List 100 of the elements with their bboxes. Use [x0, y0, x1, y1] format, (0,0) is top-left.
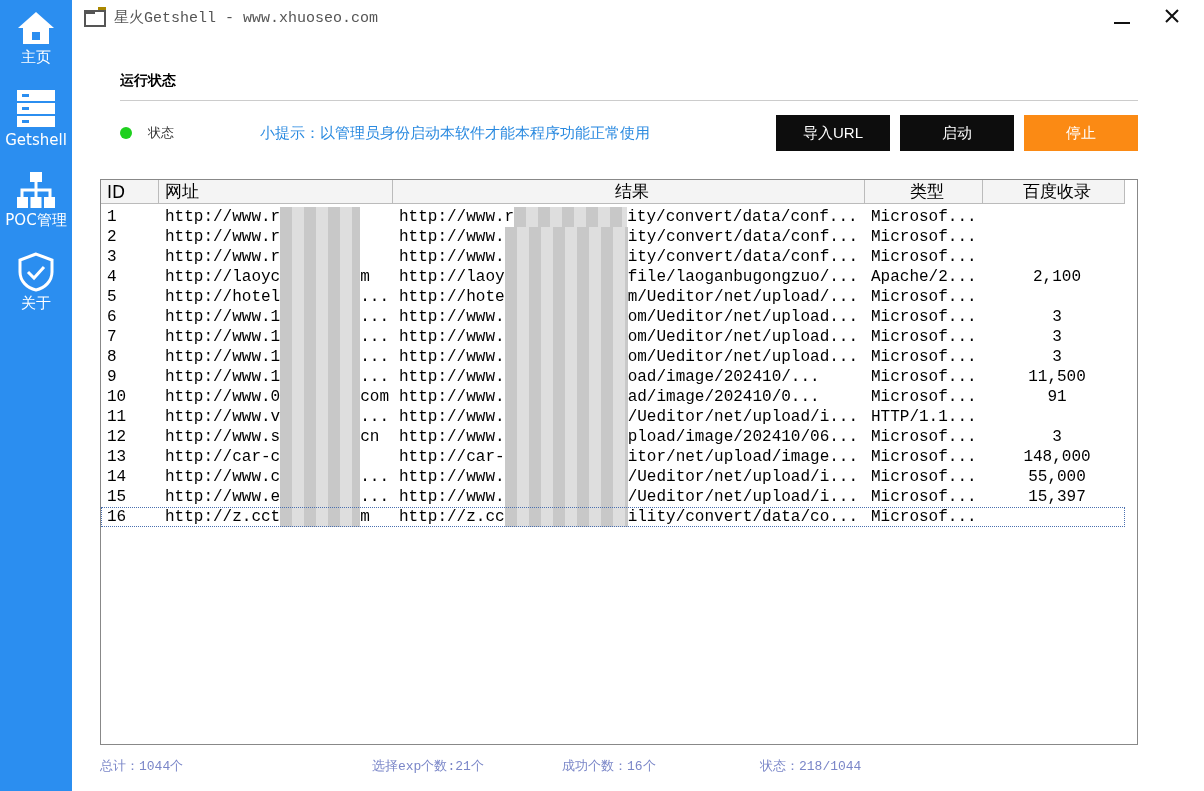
- home-icon: [16, 10, 56, 46]
- table-cell: http://www.: [399, 307, 505, 327]
- action-button[interactable]: 启动: [900, 115, 1014, 151]
- server-icon: [16, 89, 56, 129]
- table-cell: http://www.r: [165, 227, 281, 247]
- table-cell: http://www.c: [165, 467, 281, 487]
- table-cell: http://www.: [399, 327, 505, 347]
- table-cell: http://www.: [399, 387, 505, 407]
- table-cell: ility/convert/data/co...: [627, 507, 859, 527]
- table-cell-text: 3: [106, 247, 118, 267]
- table-cell-text: 1: [106, 207, 118, 227]
- table-cell: m/Ueditor/net/upload/...: [627, 287, 859, 307]
- table-cell: http://z.cc: [399, 507, 505, 527]
- table-cell: itor/net/upload/image...: [627, 447, 859, 467]
- table-cell: http://www.r: [165, 207, 281, 227]
- table-cell: http://laoy: [399, 267, 505, 287]
- table-row[interactable]: 4 http://laoyc m http://laoy file/laoganbugongzuo/... Apache/2... 2,100: [101, 267, 1125, 287]
- column-header[interactable]: 类型: [865, 180, 983, 204]
- column-header[interactable]: 百度收录: [983, 180, 1125, 204]
- table-cell-text: 55,000: [1027, 467, 1087, 487]
- status-text: 状态：218/1044: [760, 758, 863, 775]
- table-cell: http://www.: [399, 427, 505, 447]
- table-cell-text: Microsof...: [870, 327, 978, 347]
- table-cell: http://www.: [399, 247, 505, 267]
- table-cell: http://www.: [399, 407, 505, 427]
- status-text: 选择exp个数:21个: [372, 758, 485, 775]
- table-row[interactable]: 15 http://www.e ... http://www. /Ueditor/net/upload/i... Microsof... 15,397: [101, 487, 1125, 507]
- table-cell: ...: [360, 467, 390, 487]
- table-cell-text: 11: [106, 407, 128, 427]
- table-row[interactable]: 5 http://hotel ... http://hote m/Ueditor/net/upload/... Microsof...: [101, 287, 1125, 307]
- table-cell-text: 3: [1051, 307, 1063, 327]
- table-cell: http://www.v: [165, 407, 281, 427]
- table-cell: http://www.1: [165, 327, 281, 347]
- table-cell-text: Microsof...: [870, 247, 978, 267]
- table-cell-text: Microsof...: [870, 287, 978, 307]
- table-row[interactable]: 14 http://www.c ... http://www. /Ueditor/net/upload/i... Microsof... 55,000: [101, 467, 1125, 487]
- table-cell: om/Ueditor/net/upload...: [627, 327, 859, 347]
- network-icon: [16, 171, 56, 209]
- table-cell-text: 3: [1051, 347, 1063, 367]
- table-cell: cn: [360, 427, 380, 447]
- table-cell: file/laoganbugongzuo/...: [627, 267, 859, 287]
- table-cell: http://www.: [399, 347, 505, 367]
- table-cell: ity/convert/data/conf...: [627, 207, 858, 227]
- table-row[interactable]: 3 http://www.r http://www. ity/convert/data/conf... Microsof...: [101, 247, 1125, 267]
- table-row[interactable]: 11 http://www.v ... http://www. /Ueditor/net/upload/i... HTTP/1.1...: [101, 407, 1125, 427]
- table-row[interactable]: 16 http://z.cct m http://z.cc ility/convert/data/co... Microsof...: [101, 507, 1125, 527]
- table-cell: http://laoyc: [165, 267, 281, 287]
- table-cell: http://car-: [399, 447, 505, 467]
- table-cell: ad/image/202410/0...: [627, 387, 820, 407]
- table-cell-text: Microsof...: [870, 467, 978, 487]
- table-cell-text: 12: [106, 427, 128, 447]
- table-row[interactable]: 6 http://www.1 ... http://www. om/Ueditor/net/upload... Microsof... 3: [101, 307, 1125, 327]
- table-row[interactable]: 1 http://www.r http://www.r ity/convert/data/conf... Microsof...: [101, 207, 1125, 227]
- table-row[interactable]: 7 http://www.1 ... http://www. om/Ueditor/net/upload... Microsof... 3: [101, 327, 1125, 347]
- table-row[interactable]: 12 http://www.s cn http://www. pload/image/202410/06... Microsof... 3: [101, 427, 1125, 447]
- table-cell-text: Microsof...: [870, 227, 978, 247]
- table-row[interactable]: 10 http://www.0 com http://www. ad/image/202410/0... Microsof... 91: [101, 387, 1125, 407]
- app-icon: [84, 7, 108, 27]
- table-cell: om/Ueditor/net/upload...: [627, 347, 859, 367]
- table-cell: http://www.: [399, 467, 505, 487]
- table-cell: http://www.r: [165, 247, 281, 267]
- table-cell-text: 13: [106, 447, 128, 467]
- table-row[interactable]: 2 http://www.r http://www. ity/convert/data/conf... Microsof...: [101, 227, 1125, 247]
- table-cell-text: Microsof...: [870, 427, 978, 447]
- table-row[interactable]: 8 http://www.1 ... http://www. om/Ueditor/net/upload... Microsof... 3: [101, 347, 1125, 367]
- status-text: 成功个数：16个: [562, 758, 657, 775]
- table-cell: m: [360, 267, 370, 287]
- table-cell: om/Ueditor/net/upload...: [627, 307, 859, 327]
- table-cell: http://www.1: [165, 367, 281, 387]
- table-cell-text: 4: [106, 267, 118, 287]
- table-cell-text: 15,397: [1027, 487, 1087, 507]
- shield-check-icon: [17, 252, 55, 292]
- tip-text: 小提示：以管理员身份启动本软件才能本程序功能正常使用: [260, 123, 651, 143]
- column-header[interactable]: ID: [101, 180, 159, 204]
- column-header[interactable]: 结果: [393, 180, 865, 204]
- table-cell: ...: [360, 487, 390, 507]
- table-cell-text: Microsof...: [870, 507, 978, 527]
- table-cell: http://www.: [399, 227, 505, 247]
- table-cell: ...: [360, 287, 390, 307]
- column-header[interactable]: 网址: [159, 180, 393, 204]
- table-cell-text: 3: [1051, 427, 1063, 447]
- table-cell: pload/image/202410/06...: [627, 427, 859, 447]
- table-cell-text: 8: [106, 347, 118, 367]
- table-cell: http://hotel: [165, 287, 281, 307]
- table-cell-text: 9: [106, 367, 118, 387]
- table-cell: ity/convert/data/conf...: [627, 227, 859, 247]
- action-button[interactable]: 导入URL: [776, 115, 890, 151]
- table-cell-text: Microsof...: [870, 207, 978, 227]
- table-cell: http://www.r: [399, 207, 515, 227]
- table-cell: ...: [360, 327, 390, 347]
- table-cell: m: [360, 507, 370, 527]
- table-row[interactable]: 13 http://car-c http://car- itor/net/upload/image... Microsof... 148,000: [101, 447, 1125, 467]
- window-title: 星火Getshell - www.xhuoseo.com: [114, 8, 380, 27]
- table-cell: /Ueditor/net/upload/i...: [627, 487, 859, 507]
- table-cell: ...: [360, 347, 390, 367]
- table-cell-text: HTTP/1.1...: [870, 407, 978, 427]
- table-cell-text: Microsof...: [870, 487, 978, 507]
- table-cell-text: 5: [106, 287, 118, 307]
- table-cell: http://www.e: [165, 487, 281, 507]
- table-row[interactable]: 9 http://www.1 ... http://www. oad/image/202410/... Microsof... 11,500: [101, 367, 1125, 387]
